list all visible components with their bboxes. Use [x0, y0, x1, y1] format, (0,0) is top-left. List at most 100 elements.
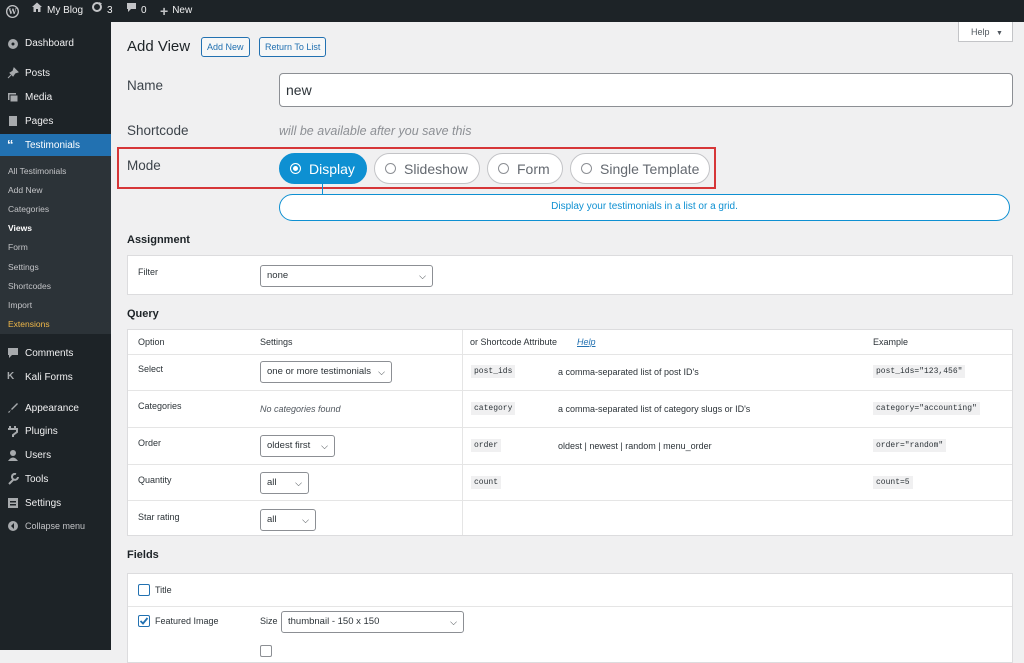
select-value: one or more testimonials — [267, 366, 372, 377]
user-icon — [7, 449, 19, 461]
example-code: category="accounting" — [873, 402, 980, 415]
menu-label: Users — [25, 449, 52, 461]
menu-appearance[interactable]: Appearance — [0, 398, 111, 418]
example-code: post_ids="123,456" — [873, 365, 966, 378]
menu-testimonials[interactable]: “ Testimonials — [0, 134, 111, 156]
site-link[interactable]: My Blog — [31, 0, 83, 22]
name-input[interactable]: new — [279, 73, 1013, 107]
submenu-form[interactable]: Form — [8, 242, 28, 252]
menu-label: Settings — [25, 497, 62, 509]
add-new-button[interactable]: Add New — [201, 37, 250, 57]
col-attribute: or Shortcode Attribute — [470, 337, 558, 347]
svg-text:W: W — [7, 7, 17, 16]
option-select-label: Select — [138, 364, 164, 374]
assignment-heading: Assignment — [127, 234, 190, 246]
row-divider — [128, 464, 1012, 465]
attribute-description: a comma-separated list of post ID's — [558, 367, 699, 377]
option-star-rating-label: Star rating — [138, 512, 180, 522]
mode-slideshow-option[interactable]: Slideshow — [374, 153, 480, 184]
select-option-select[interactable]: one or more testimonials ⌵ — [260, 361, 392, 383]
submenu-all-testimonials[interactable]: All Testimonials — [8, 166, 66, 176]
mode-display-option[interactable]: Display — [279, 153, 367, 184]
secondary-checkbox[interactable] — [260, 645, 272, 657]
menu-settings[interactable]: Settings — [0, 493, 111, 513]
menu-comments[interactable]: Comments — [0, 343, 111, 363]
new-content-link[interactable]: + New — [160, 0, 192, 22]
example-code: count=5 — [873, 476, 913, 489]
collapse-icon — [7, 520, 19, 532]
menu-kali-forms[interactable]: K Kali Forms — [0, 367, 111, 387]
quote-icon: “ — [7, 137, 14, 152]
comment-icon — [7, 347, 19, 359]
menu-users[interactable]: Users — [0, 445, 111, 465]
checkmark-icon — [139, 617, 149, 625]
menu-media[interactable]: Media — [0, 87, 111, 107]
radio-icon — [498, 163, 509, 174]
option-order-label: Order — [138, 438, 162, 448]
menu-label: Kali Forms — [25, 371, 73, 383]
help-link[interactable]: Help — [577, 337, 596, 347]
settings-icon — [7, 497, 19, 509]
radio-icon — [385, 163, 396, 174]
submenu-categories[interactable]: Categories — [8, 204, 49, 214]
menu-pages[interactable]: Pages — [0, 111, 111, 131]
updates-link[interactable]: 3 — [91, 0, 113, 22]
featured-image-checkbox[interactable] — [138, 615, 150, 627]
radio-selected-icon — [290, 163, 301, 174]
radio-icon — [581, 163, 592, 174]
submenu-shortcodes[interactable]: Shortcodes — [8, 281, 51, 291]
shortcode-note: will be available after you save this — [279, 124, 472, 138]
attribute-code: post_ids — [471, 365, 516, 378]
help-tab[interactable]: Help ▼ — [958, 22, 1013, 42]
row-divider — [128, 606, 1012, 607]
col-example: Example — [873, 337, 909, 347]
menu-label: Posts — [25, 67, 51, 79]
query-table: Option Settings or Shortcode Attribute H… — [127, 329, 1013, 536]
connector-line — [322, 184, 323, 194]
help-label: Help — [971, 27, 990, 37]
submenu-settings[interactable]: Settings — [8, 262, 39, 272]
menu-posts[interactable]: Posts — [0, 63, 111, 83]
order-select[interactable]: oldest first ⌵ — [260, 435, 335, 457]
attribute-code: category — [471, 402, 516, 415]
menu-dashboard[interactable]: Dashboard — [0, 33, 111, 53]
mode-option-label: Slideshow — [404, 160, 468, 177]
menu-label: Comments — [25, 347, 74, 359]
title-checkbox[interactable] — [138, 584, 150, 596]
filter-select[interactable]: none ⌵ — [260, 265, 433, 287]
menu-label: Plugins — [25, 425, 58, 437]
menu-plugins[interactable]: Plugins — [0, 421, 111, 441]
attribute-description: a comma-separated list of category slugs… — [558, 404, 751, 414]
updates-count: 3 — [107, 5, 113, 16]
comments-link[interactable]: 0 — [126, 0, 147, 22]
wordpress-logo-icon[interactable]: W — [6, 0, 19, 22]
menu-label: Testimonials — [25, 139, 81, 151]
column-divider — [462, 330, 463, 535]
star-rating-select[interactable]: all ⌵ — [260, 509, 316, 531]
attribute-description: oldest | newest | random | menu_order — [558, 441, 712, 451]
quantity-select[interactable]: all ⌵ — [260, 472, 309, 494]
dashboard-icon — [7, 37, 19, 49]
submenu-add-new[interactable]: Add New — [8, 185, 43, 195]
row-divider — [128, 500, 1012, 501]
return-to-list-button[interactable]: Return To List — [259, 37, 327, 57]
submenu-extensions[interactable]: Extensions — [8, 319, 50, 329]
menu-tools[interactable]: Tools — [0, 469, 111, 489]
image-size-select[interactable]: thumbnail - 150 x 150 ⌵ — [281, 611, 464, 633]
submenu-import[interactable]: Import — [8, 300, 32, 310]
new-label: New — [172, 5, 193, 16]
plugin-icon — [7, 425, 19, 437]
option-categories-label: Categories — [138, 401, 182, 411]
mode-single-template-option[interactable]: Single Template — [570, 153, 710, 184]
main-content: Add View Add New Return To List Help ▼ N… — [111, 22, 1024, 663]
chevron-down-icon: ⌵ — [378, 367, 385, 377]
submenu-views[interactable]: Views — [8, 223, 32, 233]
mode-option-label: Single Template — [600, 160, 700, 177]
mode-form-option[interactable]: Form — [487, 153, 563, 184]
page-title: Add View — [127, 38, 191, 55]
collapse-menu[interactable]: Collapse menu — [0, 516, 111, 536]
query-heading: Query — [127, 308, 159, 320]
col-option: Option — [138, 337, 165, 347]
mode-description: Display your testimonials in a list or a… — [279, 194, 1010, 221]
wrench-icon — [7, 472, 19, 485]
